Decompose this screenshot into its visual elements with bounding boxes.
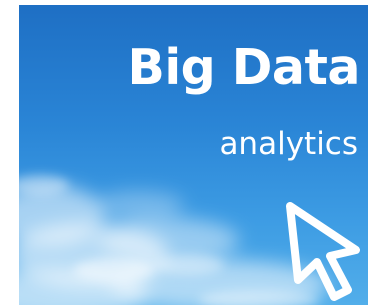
banner-subtitle: analytics bbox=[219, 126, 358, 162]
banner-title: Big Data bbox=[127, 39, 360, 96]
banner: Big Data analytics bbox=[19, 5, 368, 305]
arrow-cursor-icon bbox=[286, 202, 360, 301]
